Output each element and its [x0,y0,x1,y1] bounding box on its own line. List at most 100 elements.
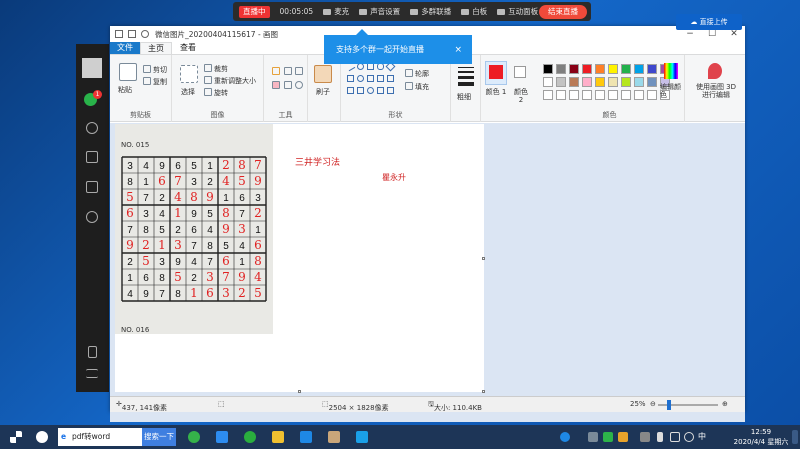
end-live-button[interactable]: 结束直播 [539,4,587,19]
settings-icon[interactable] [86,211,98,223]
palette-swatch[interactable] [634,64,644,74]
close-button[interactable]: ✕ [723,29,745,39]
brush-icon[interactable] [314,65,332,83]
text-icon[interactable] [295,67,303,75]
resize-handle-corner[interactable] [482,390,485,393]
paint-taskbar-icon[interactable] [328,431,340,443]
palette-swatch[interactable] [582,64,592,74]
interaction-panel-button[interactable]: 互动面板 [497,6,538,17]
palette-swatch[interactable] [543,77,553,87]
tab-file[interactable]: 文件 [110,42,140,54]
palette-swatch[interactable] [608,77,618,87]
cloud-app-icon[interactable] [216,431,228,443]
edit-colors-button[interactable]: 编辑颜色 [660,83,682,99]
outline-dropdown[interactable]: 轮廓 [405,69,429,79]
volume-icon[interactable] [684,432,694,442]
folder-icon[interactable] [86,181,98,193]
maximize-button[interactable]: ☐ [701,29,723,39]
palette-swatch[interactable] [569,64,579,74]
eraser-icon[interactable] [272,81,280,89]
tray-app-icon[interactable] [560,432,570,442]
select-button[interactable]: 选择 [181,87,195,97]
palette-swatch[interactable] [556,77,566,87]
ime-indicator[interactable]: 中 [698,431,706,442]
lightning-shape-icon[interactable] [387,87,394,94]
size-group[interactable]: 粗细 [451,55,481,122]
star-shape-icon[interactable] [387,75,394,82]
tray-icon-1[interactable] [588,432,598,442]
custom-color-slot[interactable] [582,90,592,100]
palette-swatch[interactable] [556,64,566,74]
undo-icon[interactable] [141,30,149,38]
palette-swatch[interactable] [582,77,592,87]
heart-shape-icon[interactable] [377,87,384,94]
palette-swatch[interactable] [634,77,644,87]
zoom-out-button[interactable]: ⊖ [650,400,656,408]
arrow-down-shape-icon[interactable] [357,87,364,94]
select-icon[interactable] [180,65,198,83]
paste-button[interactable]: 粘贴 [118,85,132,95]
phone-icon[interactable] [88,346,97,358]
paint3d-button[interactable]: 使用画图 3D 进行编辑 [692,83,740,99]
search-button[interactable]: 搜索一下 [142,428,176,446]
palette-swatch[interactable] [595,77,605,87]
fill-dropdown[interactable]: 填充 [405,82,429,92]
color2-swatch[interactable] [514,66,526,78]
brush-button[interactable]: 刷子 [316,87,330,97]
zoom-slider-thumb[interactable] [667,400,671,410]
arrow-right-shape-icon[interactable] [367,75,374,82]
menu-icon[interactable] [86,369,98,378]
paste-icon[interactable] [119,63,137,81]
custom-color-slot[interactable] [608,90,618,100]
magnifier-icon[interactable] [295,81,303,89]
crop-button[interactable]: 裁剪 [204,64,228,74]
minimize-button[interactable]: − [679,29,701,39]
paint3d-icon[interactable] [708,63,722,79]
palette-swatch[interactable] [608,64,618,74]
tab-view[interactable]: 查看 [172,42,204,54]
custom-color-slot[interactable] [634,90,644,100]
resize-button[interactable]: 重新调整大小 [204,76,256,86]
cut-button[interactable]: 剪切 [143,65,167,75]
resize-handle-right[interactable] [482,257,485,260]
microphone-icon[interactable] [657,432,663,442]
pencil-icon[interactable] [272,67,280,75]
copy-button[interactable]: 复制 [143,77,167,87]
sound-settings-button[interactable]: 声音设置 [359,6,400,17]
toast-close-button[interactable]: × [454,45,462,55]
cube-icon[interactable] [86,151,98,163]
arrow-left-shape-icon[interactable] [377,75,384,82]
multi-group-button[interactable]: 多群联播 [410,6,451,17]
palette-swatch[interactable] [543,64,553,74]
zoom-in-button[interactable]: ⊕ [722,400,728,408]
avatar[interactable] [82,58,102,78]
palette-swatch[interactable] [647,64,657,74]
pentagon-shape-icon[interactable] [357,75,364,82]
color2-button[interactable]: 颜色 2 [511,88,531,104]
canvas-workspace[interactable]: NO. 015 34965128781673245957248916363419… [110,123,745,422]
show-desktop-button[interactable] [792,430,798,444]
custom-color-slot[interactable] [647,90,657,100]
arrow-up-shape-icon[interactable] [347,87,354,94]
custom-color-slot[interactable] [569,90,579,100]
file-explorer-icon[interactable] [272,431,284,443]
tray-icon-4[interactable] [640,432,650,442]
tab-home[interactable]: 主页 [140,42,172,54]
color-picker-icon[interactable] [284,81,292,89]
palette-swatch[interactable] [569,77,579,87]
palette-swatch[interactable] [621,64,631,74]
size-button[interactable]: 粗细 [457,92,471,102]
search-input[interactable]: pdf转word [58,428,142,446]
whiteboard-button[interactable]: 白板 [461,6,487,17]
start-icon[interactable] [10,431,22,443]
tray-icon-2[interactable] [603,432,613,442]
custom-color-slot[interactable] [543,90,553,100]
custom-color-slot[interactable] [595,90,605,100]
app-icon-blue[interactable] [300,431,312,443]
canvas[interactable]: NO. 015 34965128781673245957248916363419… [115,124,485,393]
cloud-upload-button[interactable]: ☁ 直接上传 [676,14,742,30]
resize-handle-bottom[interactable] [298,390,301,393]
edit-colors-icon[interactable] [664,63,678,79]
fill-icon[interactable] [284,67,292,75]
wechat-icon[interactable] [244,431,256,443]
